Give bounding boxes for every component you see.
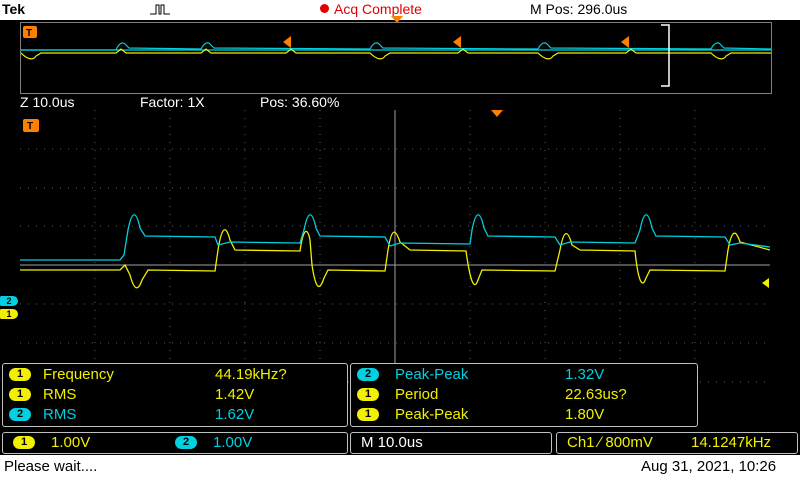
measurement-label: Frequency [43,366,114,383]
measurement-value: 1.62V [215,406,255,423]
measurement-value: 1.32V [565,366,605,383]
ch1-badge: 1 [13,436,35,449]
acq-status: Acq Complete [334,1,422,17]
measurements-panel-right: 2 Peak-Peak 1.32V 1 Period 22.63us? 1 Pe… [350,363,698,427]
measurement-row: 1 Peak-Peak 1.80V [351,405,697,425]
status-datetime: Aug 31, 2021, 10:26 [641,458,777,475]
trigger-position-marker-main[interactable] [491,110,503,117]
ch1-badge: 1 [357,388,379,401]
measurement-label: RMS [43,406,77,423]
ch2-badge: 2 [357,368,379,381]
measurement-value: 1.42V [215,386,255,403]
measurement-row: 2 Peak-Peak 1.32V [351,365,697,385]
measurement-row: 1 Frequency 44.19kHz? [3,365,347,385]
zoom-factor: Factor: 1X [140,94,205,110]
measurement-value: 22.63us? [565,386,627,403]
acq-status-dot [320,4,329,13]
zoom-info-bar: Z 10.0us Factor: 1X Pos: 36.60% [0,92,800,110]
ch1-ground-marker[interactable]: 1 [0,309,18,319]
status-message: Please wait.... [4,458,98,475]
ch1-badge: 1 [357,408,379,421]
ch2-badge: 2 [9,408,31,421]
trigger-badge: T [27,121,33,132]
ch1-badge: 1 [9,368,31,381]
timebase: M 10.0us [361,434,423,451]
overview-ch2-trace [21,42,771,51]
measurement-label: Period [395,386,439,403]
timebase-box[interactable]: M 10.0us [350,432,552,454]
measurement-row: 2 RMS 1.62V [3,405,347,425]
measurement-label: Peak-Peak [395,366,469,383]
overview-waveform: T [20,22,772,94]
ch2-ground-marker[interactable]: 2 [0,296,18,306]
zoom-scale: Z 10.0us [20,94,75,110]
measurement-value: 1.80V [565,406,605,423]
overview-trigger-badge: T [26,28,32,39]
pulse-trigger-icon [150,4,170,15]
trigger-frequency: 14.1247kHz [691,434,772,451]
main-position: M Pos: 296.0us [530,1,628,17]
ch2-scale: 1.00V [213,434,253,451]
measurement-label: Peak-Peak [395,406,469,423]
zoom-position: Pos: 36.60% [260,94,340,110]
zoom-window-bracket [661,24,670,87]
measurement-row: 1 Period 22.63us? [351,385,697,405]
measurement-label: RMS [43,386,77,403]
trigger-level-marker[interactable] [762,278,769,288]
trigger-info: Ch1 ∕ 800mV [567,434,653,451]
bottom-status-bar: Please wait.... Aug 31, 2021, 10:26 [0,455,800,480]
brand-logo: Tek [2,1,26,17]
measurement-row: 1 RMS 1.42V [3,385,347,405]
trigger-box[interactable]: Ch1 ∕ 800mV 14.1247kHz [556,432,798,454]
ch1-badge: 1 [9,388,31,401]
channel-scale-box[interactable]: 1 1.00V 2 1.00V [2,432,348,454]
measurements-panel-left: 1 Frequency 44.19kHz? 1 RMS 1.42V 2 RMS … [2,363,348,427]
ch2-badge: 2 [175,436,197,449]
ch1-scale: 1.00V [51,434,91,451]
measurement-value: 44.19kHz? [215,366,287,383]
